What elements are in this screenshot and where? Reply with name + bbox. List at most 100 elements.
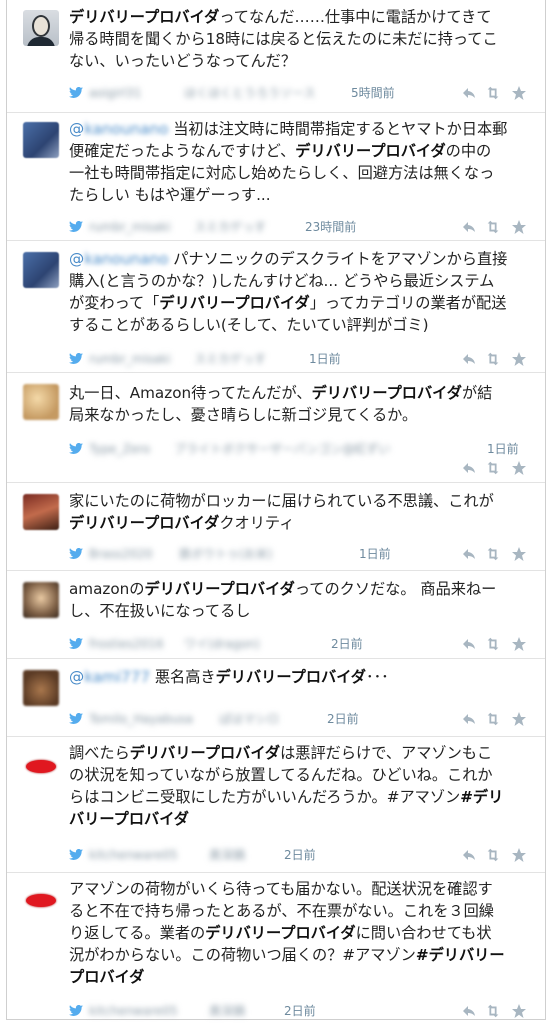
retweet-icon[interactable] — [485, 1003, 501, 1019]
tweet-actions — [461, 711, 531, 727]
highlighted-keyword: デリバリープロバイダ — [205, 924, 356, 942]
user-avatar[interactable] — [23, 582, 59, 618]
user-avatar[interactable] — [23, 252, 59, 288]
user-avatar[interactable] — [23, 384, 59, 420]
user-handle[interactable]: rumbr_misaki — [89, 350, 171, 368]
tweet-actions — [461, 460, 531, 476]
highlighted-keyword: デリバリープロバイダ — [311, 384, 462, 402]
highlighted-keyword: デリバリープロバイダ — [69, 514, 220, 532]
twitter-bird-icon — [69, 87, 83, 98]
reply-icon[interactable] — [461, 711, 477, 727]
tweet-meta: Type_Zero ブライトボクサーザーパンゴン@紅ずい 1日前 — [69, 440, 535, 475]
retweet-icon[interactable] — [485, 351, 501, 367]
tweet-actions — [461, 219, 531, 235]
retweet-icon[interactable] — [485, 847, 501, 863]
tweet-text-segment: 悪名高き — [150, 668, 216, 686]
favorite-icon[interactable] — [511, 636, 527, 652]
user-display-name[interactable]: ワイ(dragon) — [184, 635, 260, 653]
user-avatar[interactable] — [23, 122, 59, 158]
reply-icon[interactable] — [461, 85, 477, 101]
tweet-meta: rumbr_misaki スミカゲっす 23時間前 — [69, 218, 535, 236]
tweet-text-segment: 調べたら — [69, 744, 130, 762]
tweet-timestamp[interactable]: 2日前 — [284, 1002, 316, 1020]
user-avatar[interactable] — [23, 10, 59, 46]
favorite-icon[interactable] — [511, 85, 527, 101]
tweet-timestamp[interactable]: 2日前 — [284, 846, 316, 864]
user-avatar[interactable] — [23, 882, 59, 918]
tweet-timestamp[interactable]: 2日前 — [331, 635, 363, 653]
reply-icon[interactable] — [461, 1003, 477, 1019]
user-handle[interactable]: aoigirl31 — [89, 84, 142, 102]
favorite-icon[interactable] — [511, 219, 527, 235]
tweet-actions — [461, 636, 531, 652]
user-handle[interactable]: kitchenware05 — [89, 1002, 178, 1020]
tweet-meta: frosties2016 ワイ(dragon) 2日前 — [69, 635, 535, 653]
tweet-text: @kanounano 当初は注文時に時間帯指定するとヤマトか日本郵 便確定だった… — [69, 118, 531, 206]
user-avatar[interactable] — [23, 494, 59, 530]
tweet-meta: aoigirl31 ほくほくとうろうソース 5時間前 — [69, 84, 535, 102]
retweet-icon[interactable] — [485, 636, 501, 652]
retweet-icon[interactable] — [485, 711, 501, 727]
reply-icon[interactable] — [461, 460, 477, 476]
favorite-icon[interactable] — [511, 546, 527, 562]
tweet-timestamp[interactable]: 1日前 — [309, 350, 341, 368]
retweet-icon[interactable] — [485, 85, 501, 101]
user-display-name[interactable]: 奥深鍋 — [209, 846, 245, 864]
twitter-bird-icon — [69, 1005, 83, 1016]
user-handle[interactable]: kitchenware05 — [89, 846, 178, 864]
favorite-icon[interactable] — [511, 847, 527, 863]
twitter-bird-icon — [69, 443, 83, 454]
reply-icon[interactable] — [461, 219, 477, 235]
highlighted-keyword: デリバリープロバイダ — [69, 8, 220, 26]
user-display-name[interactable]: 鉄ボウトゥ(お米) — [179, 545, 272, 563]
user-handle[interactable]: Tomilo_Hayabusa — [89, 710, 193, 728]
tweet-card: アマゾンの荷物がいくら待っても届かない。配送状況を確認す ると不在で持ち帰ったと… — [7, 872, 545, 1020]
tweet-meta: kitchenware05 奥深鍋 2日前 — [69, 846, 535, 864]
highlighted-keyword: デリバリープロバイダ — [215, 668, 366, 686]
tweet-actions — [461, 85, 531, 101]
twitter-bird-icon — [69, 849, 83, 860]
mention-link[interactable]: @kami777 — [69, 668, 150, 686]
retweet-icon[interactable] — [485, 546, 501, 562]
user-display-name[interactable]: ぱはマシロ — [219, 710, 279, 728]
favorite-icon[interactable] — [511, 1003, 527, 1019]
tweet-text: 調べたらデリバリープロバイダは悪評だらけで、アマゾンもこ の状況を知っていながら… — [69, 742, 531, 830]
tweet-timestamp[interactable]: 1日前 — [359, 545, 391, 563]
user-display-name[interactable]: 奥深鍋 — [209, 1002, 245, 1020]
twitter-bird-icon — [69, 713, 83, 724]
user-display-name[interactable]: ブライトボクサーザーパンゴン@紅ずい — [174, 440, 390, 458]
tweet-card: 家にいたのに荷物がロッカーに届けられている不思議、これが デリバリープロバイダク… — [7, 482, 545, 571]
user-handle[interactable]: Brass2020 — [89, 545, 153, 563]
user-display-name[interactable]: ほくほくとうろうソース — [184, 84, 315, 102]
reply-icon[interactable] — [461, 636, 477, 652]
tweet-timestamp[interactable]: 2日前 — [327, 710, 359, 728]
mention-link[interactable]: @kanounano — [69, 120, 168, 138]
tweet-timestamp[interactable]: 5時間前 — [351, 84, 395, 102]
user-handle[interactable]: frosties2016 — [89, 635, 164, 653]
retweet-icon[interactable] — [485, 219, 501, 235]
reply-icon[interactable] — [461, 847, 477, 863]
favorite-icon[interactable] — [511, 351, 527, 367]
tweet-text: @kanounano パナソニックのデスクライトをアマゾンから直接 購入(と言う… — [69, 248, 531, 336]
tweet-text: amazonのデリバリープロバイダってのクソだな。 商品来ねー し、不在扱いにな… — [69, 578, 531, 622]
tweet-card: @kanounano 当初は注文時に時間帯指定するとヤマトか日本郵 便確定だった… — [7, 112, 545, 241]
highlighted-keyword: デリバリープロバイダ — [159, 294, 310, 312]
tweet-timestamp[interactable]: 23時間前 — [305, 218, 356, 236]
reply-icon[interactable] — [461, 546, 477, 562]
favorite-icon[interactable] — [511, 711, 527, 727]
favorite-icon[interactable] — [511, 460, 527, 476]
user-display-name[interactable]: スミカゲっす — [194, 218, 266, 236]
tweet-text-segment: 丸一日、Amazon待ってたんだが、 — [69, 384, 312, 402]
reply-icon[interactable] — [461, 351, 477, 367]
user-handle[interactable]: Type_Zero — [89, 440, 150, 458]
user-display-name[interactable]: スミカゲっす — [194, 350, 266, 368]
mention-link[interactable]: @kanounano — [69, 250, 168, 268]
search-results-panel: デリバリープロバイダってなんだ……仕事中に電話かけてきて 帰る時間を聞くから18… — [6, 0, 546, 1020]
tweet-timestamp[interactable]: 1日前 — [487, 440, 519, 458]
tweet-text-segment: 家にいたのに荷物がロッカーに届けられている不思議、これが — [69, 492, 494, 510]
retweet-icon[interactable] — [485, 460, 501, 476]
user-avatar[interactable] — [23, 670, 59, 706]
tweet-meta: Tomilo_Hayabusa ぱはマシロ 2日前 — [69, 710, 535, 728]
user-avatar[interactable] — [23, 748, 59, 784]
user-handle[interactable]: rumbr_misaki — [89, 218, 171, 236]
